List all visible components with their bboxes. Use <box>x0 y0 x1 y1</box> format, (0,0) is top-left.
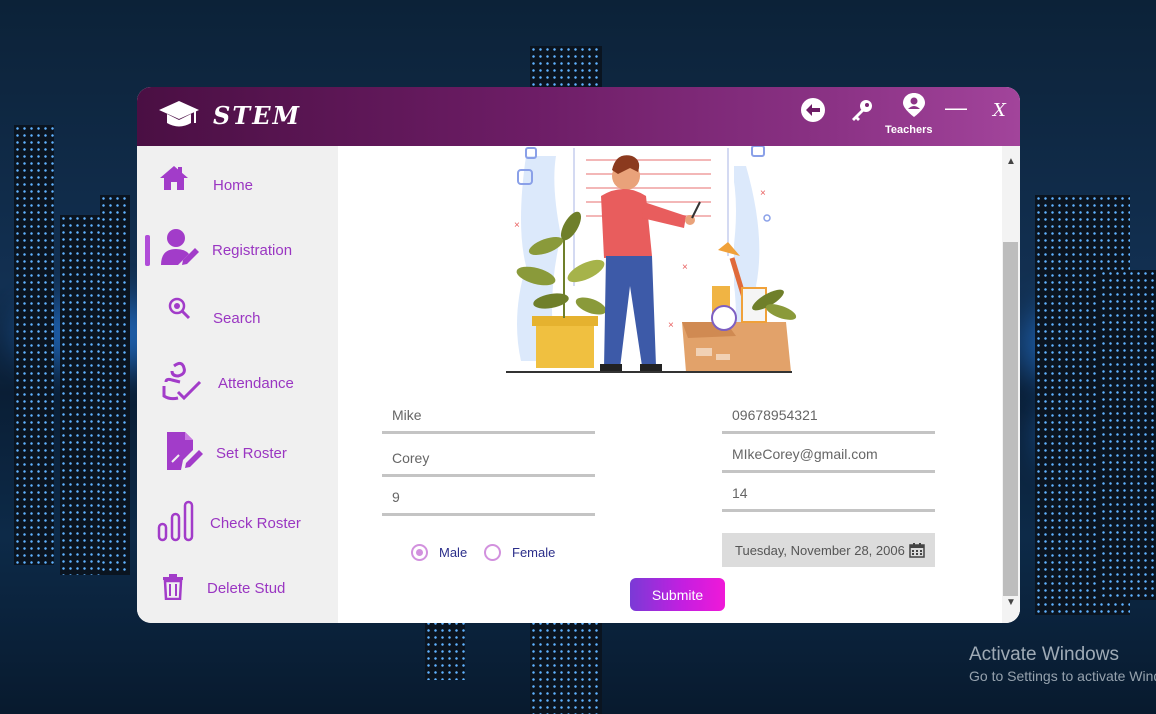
submit-button[interactable]: Submite <box>630 578 725 611</box>
attendance-icon <box>162 361 202 401</box>
gender-male-radio[interactable]: Male <box>411 544 481 564</box>
sidebar-item-registration[interactable]: Registration <box>137 222 338 278</box>
last-name-value: Corey <box>392 450 430 466</box>
watermark-title: Activate Windows <box>969 644 1119 665</box>
sidebar-item-label: Check Roster <box>210 515 301 532</box>
radio-label: Male <box>439 545 468 560</box>
sidebar-item-label: Attendance <box>218 375 294 392</box>
activate-windows-watermark: Activate Windows Go to Settings to activ… <box>969 644 1156 686</box>
svg-text:×: × <box>668 320 674 331</box>
phone-value: 09678954321 <box>732 407 818 423</box>
close-button[interactable]: X <box>993 100 1006 121</box>
app-logo-text: STEM <box>213 101 302 130</box>
scrollbar-thumb[interactable] <box>1003 242 1018 596</box>
email-field[interactable]: MIkeCorey@gmail.com <box>722 440 935 473</box>
calendar-icon[interactable] <box>909 542 925 558</box>
user-pin-icon[interactable] <box>901 92 927 118</box>
email-value: MIkeCorey@gmail.com <box>732 446 878 462</box>
sidebar: Home Registration Search Attendance Set … <box>137 146 338 623</box>
title-bar: STEM Teachers — X <box>137 87 1020 146</box>
sidebar-item-check-roster[interactable]: Check Roster <box>137 498 338 554</box>
svg-text:×: × <box>682 262 688 273</box>
bar-chart-icon <box>157 500 194 542</box>
sidebar-item-label: Delete Stud <box>207 580 286 597</box>
radio-label: Female <box>512 545 556 560</box>
svg-text:×: × <box>514 220 520 231</box>
scroll-down-arrow[interactable]: ▼ <box>1004 597 1018 611</box>
grade-field[interactable]: 9 <box>382 483 595 516</box>
back-arrow-icon[interactable] <box>800 97 826 123</box>
sidebar-item-label: Set Roster <box>216 445 287 462</box>
age-field[interactable]: 14 <box>722 479 935 512</box>
first-name-field[interactable]: Mike <box>382 401 595 434</box>
sidebar-item-search[interactable]: Search <box>137 292 338 348</box>
app-window: STEM Teachers — X Home Registration Sear… <box>137 87 1020 623</box>
sidebar-item-home[interactable]: Home <box>137 158 338 214</box>
phone-field[interactable]: 09678954321 <box>722 401 935 434</box>
user-role-label: Teachers <box>885 124 933 136</box>
grade-value: 9 <box>392 489 400 505</box>
trash-icon <box>163 574 183 600</box>
document-edit-icon <box>167 432 203 470</box>
svg-text:×: × <box>760 188 766 199</box>
sidebar-item-attendance[interactable]: Attendance <box>137 352 338 408</box>
minimize-button[interactable]: — <box>945 95 967 121</box>
sidebar-item-label: Home <box>213 177 254 194</box>
sidebar-item-label: Search <box>213 310 261 327</box>
first-name-value: Mike <box>392 407 422 423</box>
watermark-subtitle: Go to Settings to activate Windows. <box>969 668 1156 684</box>
radio-circle <box>484 544 501 561</box>
key-icon[interactable] <box>849 97 875 123</box>
last-name-field[interactable]: Corey <box>382 444 595 477</box>
search-icon <box>168 297 191 320</box>
birth-date-value: Tuesday, November 28, 2006 <box>735 543 905 558</box>
scroll-up-arrow[interactable]: ▲ <box>1004 156 1018 170</box>
graduation-cap-icon <box>159 101 199 127</box>
home-icon <box>160 166 188 190</box>
user-edit-icon <box>161 229 199 265</box>
registration-illustration: × × × × <box>506 146 797 373</box>
sidebar-item-delete-stud[interactable]: Delete Stud <box>137 566 338 622</box>
main-content: × × × × Mike Corey 9 09678954321 MIkeCor… <box>338 146 1020 623</box>
gender-female-radio[interactable]: Female <box>484 544 564 564</box>
age-value: 14 <box>732 485 748 501</box>
birth-date-picker[interactable]: Tuesday, November 28, 2006 <box>722 533 935 567</box>
sidebar-item-label: Registration <box>212 242 293 259</box>
radio-circle <box>411 544 428 561</box>
sidebar-item-set-roster[interactable]: Set Roster <box>137 428 338 484</box>
